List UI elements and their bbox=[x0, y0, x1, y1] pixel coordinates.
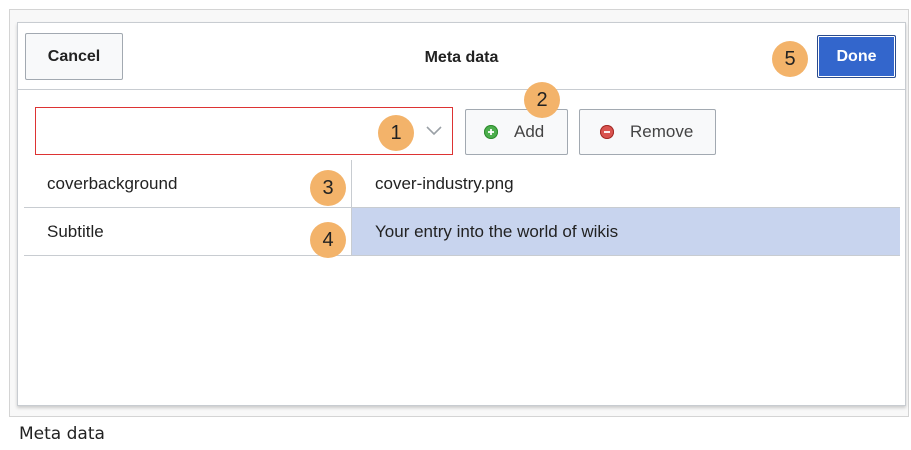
metadata-key-cell: Subtitle bbox=[47, 221, 104, 241]
annotation-badge-5: 5 bbox=[772, 41, 808, 77]
add-button[interactable]: Add bbox=[465, 109, 568, 155]
table-row[interactable]: coverbackground cover-industry.png bbox=[24, 160, 900, 208]
table-row[interactable]: Subtitle Your entry into the world of wi… bbox=[24, 208, 900, 256]
remove-button-label: Remove bbox=[630, 122, 694, 141]
add-button-label: Add bbox=[514, 122, 545, 141]
metadata-table: coverbackground cover-industry.png Subti… bbox=[24, 160, 900, 256]
annotation-badge-4: 4 bbox=[310, 222, 346, 258]
done-button[interactable]: Done bbox=[817, 35, 896, 78]
chevron-down-icon[interactable] bbox=[426, 124, 442, 136]
remove-icon bbox=[600, 125, 614, 139]
remove-button[interactable]: Remove bbox=[579, 109, 716, 155]
metadata-key-cell: coverbackground bbox=[47, 173, 178, 193]
meta-data-dialog: Cancel Meta data Done Add Remove coverba… bbox=[17, 22, 906, 406]
annotation-badge-3: 3 bbox=[310, 170, 346, 206]
metadata-key-input[interactable] bbox=[36, 108, 406, 154]
add-icon bbox=[484, 125, 498, 139]
metadata-toolbar: Add Remove bbox=[18, 90, 905, 160]
annotation-badge-2: 2 bbox=[524, 82, 560, 118]
metadata-value-cell[interactable]: cover-industry.png bbox=[351, 160, 900, 207]
figure-caption: Meta data bbox=[19, 424, 105, 444]
metadata-value-cell[interactable]: Your entry into the world of wikis bbox=[351, 208, 900, 255]
annotation-badge-1: 1 bbox=[378, 115, 414, 151]
